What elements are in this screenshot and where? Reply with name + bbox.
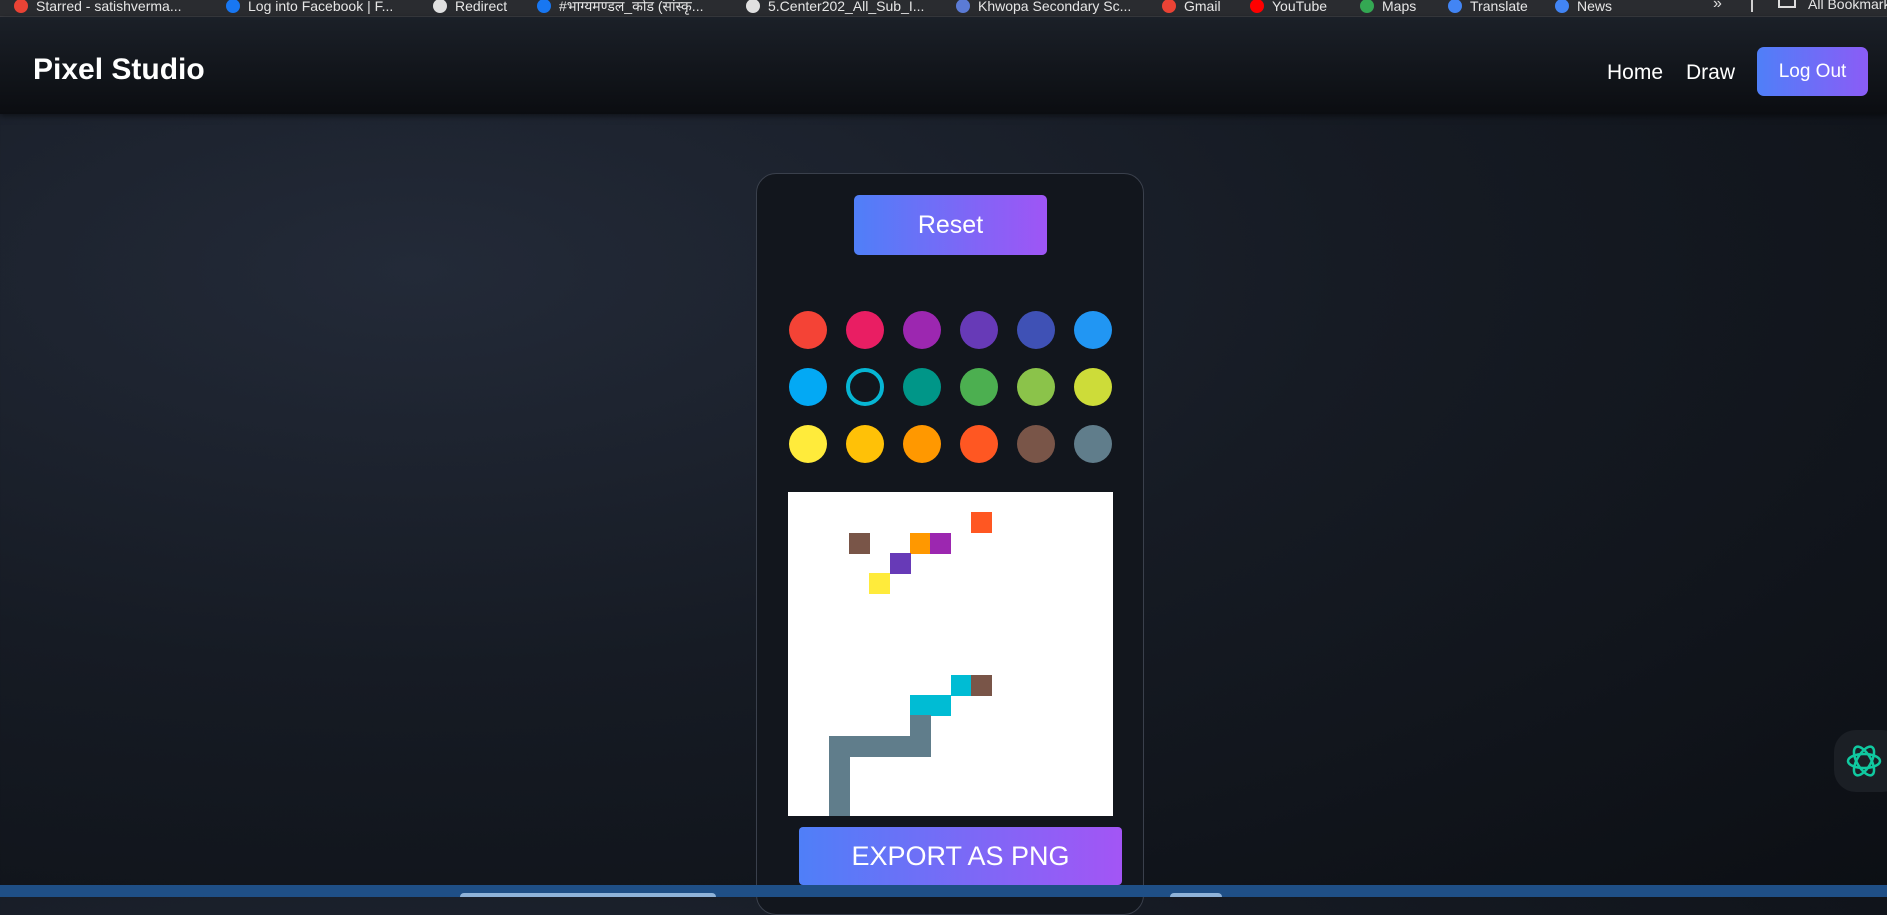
color-swatch[interactable] bbox=[846, 311, 884, 349]
bookmark-label: YouTube bbox=[1272, 0, 1328, 14]
canvas-pixel[interactable] bbox=[909, 715, 931, 737]
color-swatch[interactable] bbox=[1017, 368, 1055, 406]
navbar: Pixel Studio Home Draw Log Out bbox=[0, 17, 1887, 114]
bookmark-item[interactable]: Log into Facebook | F... bbox=[226, 0, 393, 16]
canvas-pixel[interactable] bbox=[930, 695, 952, 717]
bookmark-label: Translate bbox=[1470, 0, 1528, 14]
bookmark-label: Maps bbox=[1382, 0, 1417, 14]
bookmark-label: Gmail bbox=[1184, 0, 1221, 14]
shield-icon bbox=[956, 0, 970, 13]
color-swatch[interactable] bbox=[960, 311, 998, 349]
bookmark-item[interactable]: Starred - satishverma... bbox=[14, 0, 182, 16]
logout-button[interactable]: Log Out bbox=[1757, 47, 1868, 96]
canvas-pixel[interactable] bbox=[848, 735, 870, 757]
canvas-pixel[interactable] bbox=[828, 796, 850, 816]
canvas-pixel[interactable] bbox=[909, 532, 931, 554]
color-swatch[interactable] bbox=[789, 368, 827, 406]
canvas-pixel[interactable] bbox=[889, 552, 911, 574]
translate-icon bbox=[1448, 0, 1462, 13]
facebook-icon bbox=[537, 0, 551, 13]
bookmark-label: 5.Center202_All_Sub_I... bbox=[768, 0, 925, 14]
taskbar-item[interactable] bbox=[1170, 893, 1222, 897]
bookmarks-bar: Starred - satishverma... Log into Faceboo… bbox=[0, 0, 1887, 17]
bookmark-label: Redirect bbox=[455, 0, 508, 14]
color-swatch[interactable] bbox=[903, 368, 941, 406]
globe-icon bbox=[433, 0, 447, 13]
folder-icon bbox=[1778, 0, 1796, 8]
assistant-button[interactable] bbox=[1834, 730, 1887, 792]
color-swatch[interactable] bbox=[1017, 425, 1055, 463]
bookmarks-divider bbox=[1751, 0, 1753, 12]
bookmark-label: Log into Facebook | F... bbox=[248, 0, 394, 14]
color-swatch[interactable] bbox=[789, 425, 827, 463]
bookmark-item[interactable]: #भाग्यमण्डल_कोड (सांस्कृ... bbox=[537, 0, 703, 16]
chatgpt-icon bbox=[1846, 745, 1882, 777]
canvas-pixel[interactable] bbox=[909, 735, 931, 757]
bookmarks-overflow-icon[interactable]: » bbox=[1713, 0, 1722, 13]
bookmark-item[interactable]: YouTube bbox=[1250, 0, 1327, 16]
color-swatch[interactable] bbox=[960, 425, 998, 463]
bookmark-label: Starred - satishverma... bbox=[36, 0, 182, 14]
reset-button[interactable]: Reset bbox=[854, 195, 1047, 255]
bookmark-item[interactable]: 5.Center202_All_Sub_I... bbox=[746, 0, 924, 16]
gmail-icon bbox=[1162, 0, 1176, 13]
bookmark-label: #भाग्यमण्डल_कोड (सांस्कृ... bbox=[559, 0, 704, 14]
globe-icon bbox=[746, 0, 760, 13]
bookmark-item[interactable]: Khwopa Secondary Sc... bbox=[956, 0, 1131, 16]
canvas-pixel[interactable] bbox=[930, 532, 952, 554]
color-swatch[interactable] bbox=[1074, 311, 1112, 349]
nav-link-draw[interactable]: Draw bbox=[1686, 61, 1735, 85]
canvas-pixel[interactable] bbox=[828, 735, 850, 757]
bookmark-item[interactable]: News bbox=[1555, 0, 1612, 16]
canvas-pixel[interactable] bbox=[970, 512, 992, 534]
canvas-pixel[interactable] bbox=[848, 532, 870, 554]
bookmark-item[interactable]: Gmail bbox=[1162, 0, 1221, 16]
bookmark-label: Khwopa Secondary Sc... bbox=[978, 0, 1132, 14]
all-bookmarks-button[interactable]: All Bookmarks bbox=[1808, 0, 1887, 12]
youtube-icon bbox=[1250, 0, 1264, 13]
bookmark-item[interactable]: Maps bbox=[1360, 0, 1416, 16]
color-swatch[interactable] bbox=[960, 368, 998, 406]
nav-link-home[interactable]: Home bbox=[1607, 61, 1663, 85]
color-swatch[interactable] bbox=[789, 311, 827, 349]
canvas-pixel[interactable] bbox=[828, 756, 850, 778]
color-swatch[interactable] bbox=[1074, 425, 1112, 463]
pixel-canvas[interactable] bbox=[788, 492, 1113, 816]
canvas-pixel[interactable] bbox=[869, 573, 891, 595]
maps-icon bbox=[1360, 0, 1374, 13]
taskbar-item[interactable] bbox=[460, 893, 716, 897]
canvas-pixel[interactable] bbox=[970, 674, 992, 696]
color-swatch[interactable] bbox=[1017, 311, 1055, 349]
canvas-pixel[interactable] bbox=[869, 735, 891, 757]
bookmark-item[interactable]: Redirect bbox=[433, 0, 507, 16]
brand-logo[interactable]: Pixel Studio bbox=[33, 53, 205, 87]
color-swatch[interactable] bbox=[903, 311, 941, 349]
canvas-pixel[interactable] bbox=[950, 674, 972, 696]
bookmark-label: News bbox=[1577, 0, 1613, 14]
color-swatch[interactable] bbox=[846, 368, 884, 406]
canvas-pixel[interactable] bbox=[889, 735, 911, 757]
bookmark-item[interactable]: Translate bbox=[1448, 0, 1528, 16]
color-swatch[interactable] bbox=[846, 425, 884, 463]
export-png-button[interactable]: EXPORT AS PNG bbox=[799, 827, 1122, 885]
facebook-icon bbox=[226, 0, 240, 13]
gmail-icon bbox=[14, 0, 28, 13]
editor-card: Reset EXPORT AS PNG bbox=[756, 173, 1144, 915]
news-icon bbox=[1555, 0, 1569, 13]
color-swatch[interactable] bbox=[903, 425, 941, 463]
canvas-pixel[interactable] bbox=[909, 695, 931, 717]
color-swatch[interactable] bbox=[1074, 368, 1112, 406]
canvas-pixel[interactable] bbox=[828, 776, 850, 798]
os-taskbar bbox=[0, 885, 1887, 897]
